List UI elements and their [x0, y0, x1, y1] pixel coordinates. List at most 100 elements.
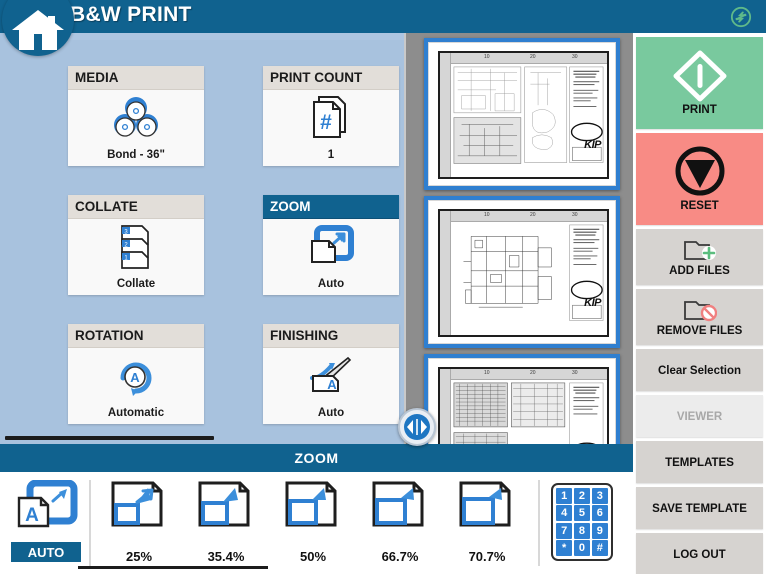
- keypad-key-5[interactable]: 5: [573, 505, 591, 522]
- tile-media-title: MEDIA: [68, 66, 204, 90]
- zoom-reduce-icon: [198, 481, 250, 527]
- zoom-preset-667-label: 66.7%: [381, 549, 419, 564]
- add-files-button[interactable]: ADD FILES: [636, 229, 763, 285]
- save-template-button[interactable]: SAVE TEMPLATE: [636, 487, 763, 529]
- clear-selection-button[interactable]: Clear Selection: [636, 349, 763, 391]
- power-lightning-icon[interactable]: [730, 6, 752, 28]
- preview-thumbnail-1[interactable]: 0 10 20 30: [424, 38, 620, 190]
- templates-button[interactable]: TEMPLATES: [636, 441, 763, 483]
- zoom-presets-scrollbar[interactable]: [78, 566, 268, 569]
- thumbnail-1-frame: 0 10 20 30: [428, 42, 616, 186]
- print-button[interactable]: PRINT: [636, 37, 763, 129]
- keypad-key-4[interactable]: 4: [556, 505, 573, 522]
- tile-finishing-body: A Auto: [263, 348, 399, 424]
- zoom-bar: A AUTO 25% 35.4% 50% 66.7% 70.7%: [0, 472, 633, 574]
- keypad-key-1[interactable]: 1: [556, 488, 573, 504]
- home-button[interactable]: [2, 0, 74, 56]
- thumbnail-1-sheet: 0 10 20 30: [438, 51, 609, 179]
- prev-next-arrows-icon: [404, 414, 430, 440]
- viewer-button: VIEWER: [636, 395, 763, 437]
- zoom-reduce-icon: [111, 481, 163, 527]
- tile-collate[interactable]: COLLATE 3 2 1 Collate: [68, 195, 204, 295]
- numeric-keypad[interactable]: 1 2 3 4 5 6 7 8 9 * 0 #: [551, 483, 613, 561]
- thumbnail-1-drawing: [453, 66, 604, 164]
- thumbnail-2-sheet: 0 10 20 30: [438, 209, 609, 337]
- tile-finishing-title: FINISHING: [263, 324, 399, 348]
- reset-button[interactable]: RESET: [636, 133, 763, 225]
- zoom-auto-label: AUTO: [11, 542, 81, 562]
- svg-text:A: A: [25, 505, 39, 526]
- keypad-key-0[interactable]: 0: [573, 540, 591, 556]
- tile-collate-value: Collate: [116, 278, 156, 290]
- tile-zoom[interactable]: ZOOM Auto: [263, 195, 399, 295]
- zoom-divider-2: [538, 480, 540, 566]
- keypad-key-3[interactable]: 3: [591, 488, 608, 504]
- preview-nav-button[interactable]: [398, 408, 436, 446]
- tile-media-value: Bond - 36": [107, 149, 165, 161]
- thumbnail-1-ruler-top: 0 10 20 30: [440, 53, 607, 64]
- zoom-reduce-icon: [459, 481, 511, 527]
- tile-print-count-body: # 1: [263, 90, 399, 166]
- print-button-label: PRINT: [682, 104, 717, 116]
- rotation-a-icon: A: [68, 352, 204, 400]
- app-header: B&W PRINT: [0, 0, 766, 33]
- tile-collate-title: COLLATE: [68, 195, 204, 219]
- kip-print-app: B&W PRINT MEDIA Bond - 36" PRINT COUNT #…: [0, 0, 766, 574]
- log-out-button-label: LOG OUT: [673, 549, 726, 561]
- add-files-button-label: ADD FILES: [669, 265, 730, 277]
- keypad-key-9[interactable]: 9: [591, 522, 608, 539]
- zoom-auto-icon: A: [7, 479, 85, 543]
- tile-finishing-value: Auto: [317, 407, 345, 419]
- tile-rotation[interactable]: ROTATION A Automatic: [68, 324, 204, 424]
- thumbnail-2-ruler-left: [440, 211, 451, 335]
- preview-thumbnail-2[interactable]: 0 10 20 30: [424, 196, 620, 348]
- templates-button-label: TEMPLATES: [665, 457, 734, 469]
- keypad-key-star[interactable]: *: [556, 540, 573, 556]
- settings-scrollbar[interactable]: [5, 436, 214, 440]
- zoom-preset-354[interactable]: 35.4%: [183, 478, 269, 570]
- svg-text:A: A: [130, 370, 140, 385]
- zoom-divider-1: [89, 480, 91, 566]
- paper-rolls-icon: [68, 94, 204, 142]
- tile-print-count-title: PRINT COUNT: [263, 66, 399, 90]
- svg-text:#: #: [320, 111, 332, 134]
- settings-panel: MEDIA Bond - 36" PRINT COUNT # 1 COLLATE…: [0, 40, 404, 440]
- zoom-bar-title: ZOOM: [0, 444, 633, 472]
- thumbnail-2-frame: 0 10 20 30: [428, 200, 616, 344]
- tile-finishing[interactable]: FINISHING A Auto: [263, 324, 399, 424]
- thumbnail-3-ruler-top: 0 10 20 30: [440, 369, 607, 380]
- zoom-preset-25-label: 25%: [125, 549, 153, 564]
- tile-collate-body: 3 2 1 Collate: [68, 219, 204, 295]
- print-power-icon: [673, 50, 727, 102]
- keypad-key-6[interactable]: 6: [591, 505, 608, 522]
- log-out-button[interactable]: LOG OUT: [636, 533, 763, 574]
- document-preview-strip[interactable]: 0 10 20 30: [404, 33, 633, 474]
- reset-button-label: RESET: [680, 200, 719, 212]
- keypad-key-2[interactable]: 2: [573, 488, 591, 504]
- keypad-key-8[interactable]: 8: [573, 522, 591, 539]
- zoom-preset-707[interactable]: 70.7%: [444, 478, 530, 570]
- zoom-preset-50[interactable]: 50%: [270, 478, 356, 570]
- zoom-preset-707-label: 70.7%: [468, 549, 506, 564]
- zoom-preset-354-label: 35.4%: [207, 549, 245, 564]
- zoom-reduce-icon: [372, 481, 424, 527]
- clear-selection-button-label: Clear Selection: [657, 365, 742, 377]
- tile-media-body: Bond - 36": [68, 90, 204, 166]
- remove-files-button[interactable]: REMOVE FILES: [636, 289, 763, 345]
- thumbnail-2-ruler-top: 0 10 20 30: [440, 211, 607, 222]
- keypad-key-hash[interactable]: #: [591, 540, 608, 556]
- tile-zoom-body: Auto: [263, 219, 399, 295]
- zoom-preset-25[interactable]: 25%: [96, 478, 182, 570]
- remove-files-button-label: REMOVE FILES: [656, 325, 743, 337]
- save-template-button-label: SAVE TEMPLATE: [652, 503, 747, 515]
- page-hash-icon: #: [263, 94, 399, 142]
- zoom-auto-option[interactable]: A AUTO: [7, 478, 85, 568]
- keypad-key-7[interactable]: 7: [556, 522, 573, 539]
- thumbnail-1-ruler-left: [440, 53, 451, 177]
- zoom-preset-667[interactable]: 66.7%: [357, 478, 443, 570]
- tile-media[interactable]: MEDIA Bond - 36": [68, 66, 204, 166]
- tile-rotation-title: ROTATION: [68, 324, 204, 348]
- reset-stop-icon: [673, 146, 727, 198]
- tile-print-count-value: 1: [327, 149, 335, 161]
- tile-print-count[interactable]: PRINT COUNT # 1: [263, 66, 399, 166]
